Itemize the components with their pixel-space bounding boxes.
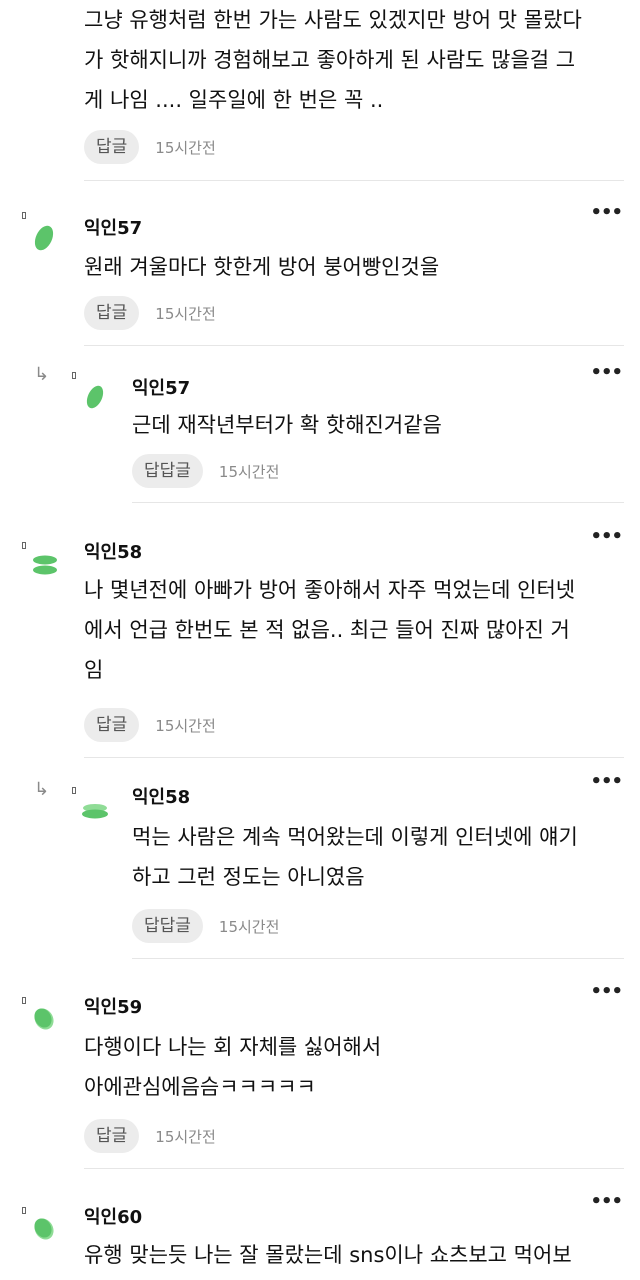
divider <box>84 1168 624 1169</box>
avatar <box>34 1008 54 1030</box>
divider <box>84 180 624 181</box>
reply-button[interactable]: 답글 <box>84 296 140 330</box>
unknown-glyph-icon <box>22 1207 26 1214</box>
more-options-icon[interactable]: ••• <box>590 362 623 383</box>
nickname: 익인58 <box>84 542 143 563</box>
comment-text: 유행 맞는듯 나는 잘 몰랐는데 sns이나 쇼츠보고 먹어보 <box>84 1243 572 1267</box>
timestamp: 15시간전 <box>155 138 216 157</box>
more-options-icon[interactable]: ••• <box>590 981 623 1002</box>
comment-text: 다행이다 나는 회 자체를 싫어해서 아에관심에음슴ㅋㅋㅋㅋㅋ <box>84 1035 382 1099</box>
reply-arrow-icon: ↳ <box>34 779 50 800</box>
comment-text: 그냥 유행처럼 한번 가는 사람도 있겠지만 방어 맛 몰랐다 가 핫해지니까 … <box>84 8 582 112</box>
reply-button[interactable]: 답글 <box>84 130 140 164</box>
divider <box>84 757 624 758</box>
more-options-icon[interactable]: ••• <box>590 526 623 547</box>
divider <box>84 345 624 346</box>
divider <box>132 502 624 503</box>
unknown-glyph-icon <box>72 372 76 379</box>
nickname: 익인60 <box>84 1207 143 1228</box>
reply-button[interactable]: 답답글 <box>132 909 203 943</box>
nickname: 익인58 <box>132 787 191 808</box>
unknown-glyph-icon <box>22 212 26 219</box>
timestamp: 15시간전 <box>155 716 216 735</box>
timestamp: 15시간전 <box>218 462 280 481</box>
avatar <box>86 385 104 409</box>
nickname: 익인57 <box>132 378 191 399</box>
nickname: 익인59 <box>84 997 143 1018</box>
comment-text: 근데 재작년부터가 확 핫해진거같음 <box>132 413 442 437</box>
reply-arrow-icon: ↳ <box>34 364 50 385</box>
timestamp: 15시간전 <box>155 1127 216 1146</box>
comment-text: 먹는 사람은 계속 먹어왔는데 이렇게 인터넷에 얘기 하고 그런 정도는 아니… <box>132 825 578 889</box>
unknown-glyph-icon <box>22 542 26 549</box>
unknown-glyph-icon <box>22 997 26 1004</box>
divider <box>132 958 624 959</box>
nickname: 익인57 <box>84 218 143 239</box>
reply-button[interactable]: 답답글 <box>132 454 203 488</box>
more-options-icon[interactable]: ••• <box>590 771 623 792</box>
unknown-glyph-icon <box>72 787 76 794</box>
avatar <box>82 804 108 819</box>
comment-text: 원래 겨울마다 핫한게 방어 붕어빵인것을 <box>84 255 440 279</box>
reply-button[interactable]: 답글 <box>84 1119 140 1153</box>
avatar <box>33 555 57 575</box>
more-options-icon[interactable]: ••• <box>590 202 623 223</box>
timestamp: 15시간전 <box>218 917 280 936</box>
avatar <box>34 1218 54 1240</box>
timestamp: 15시간전 <box>155 304 216 323</box>
reply-button[interactable]: 답글 <box>84 708 140 742</box>
avatar <box>34 225 54 251</box>
comment-text: 나 몇년전에 아빠가 방어 좋아해서 자주 먹었는데 인터넷 에서 언급 한번도… <box>84 578 576 682</box>
more-options-icon[interactable]: ••• <box>590 1191 623 1212</box>
